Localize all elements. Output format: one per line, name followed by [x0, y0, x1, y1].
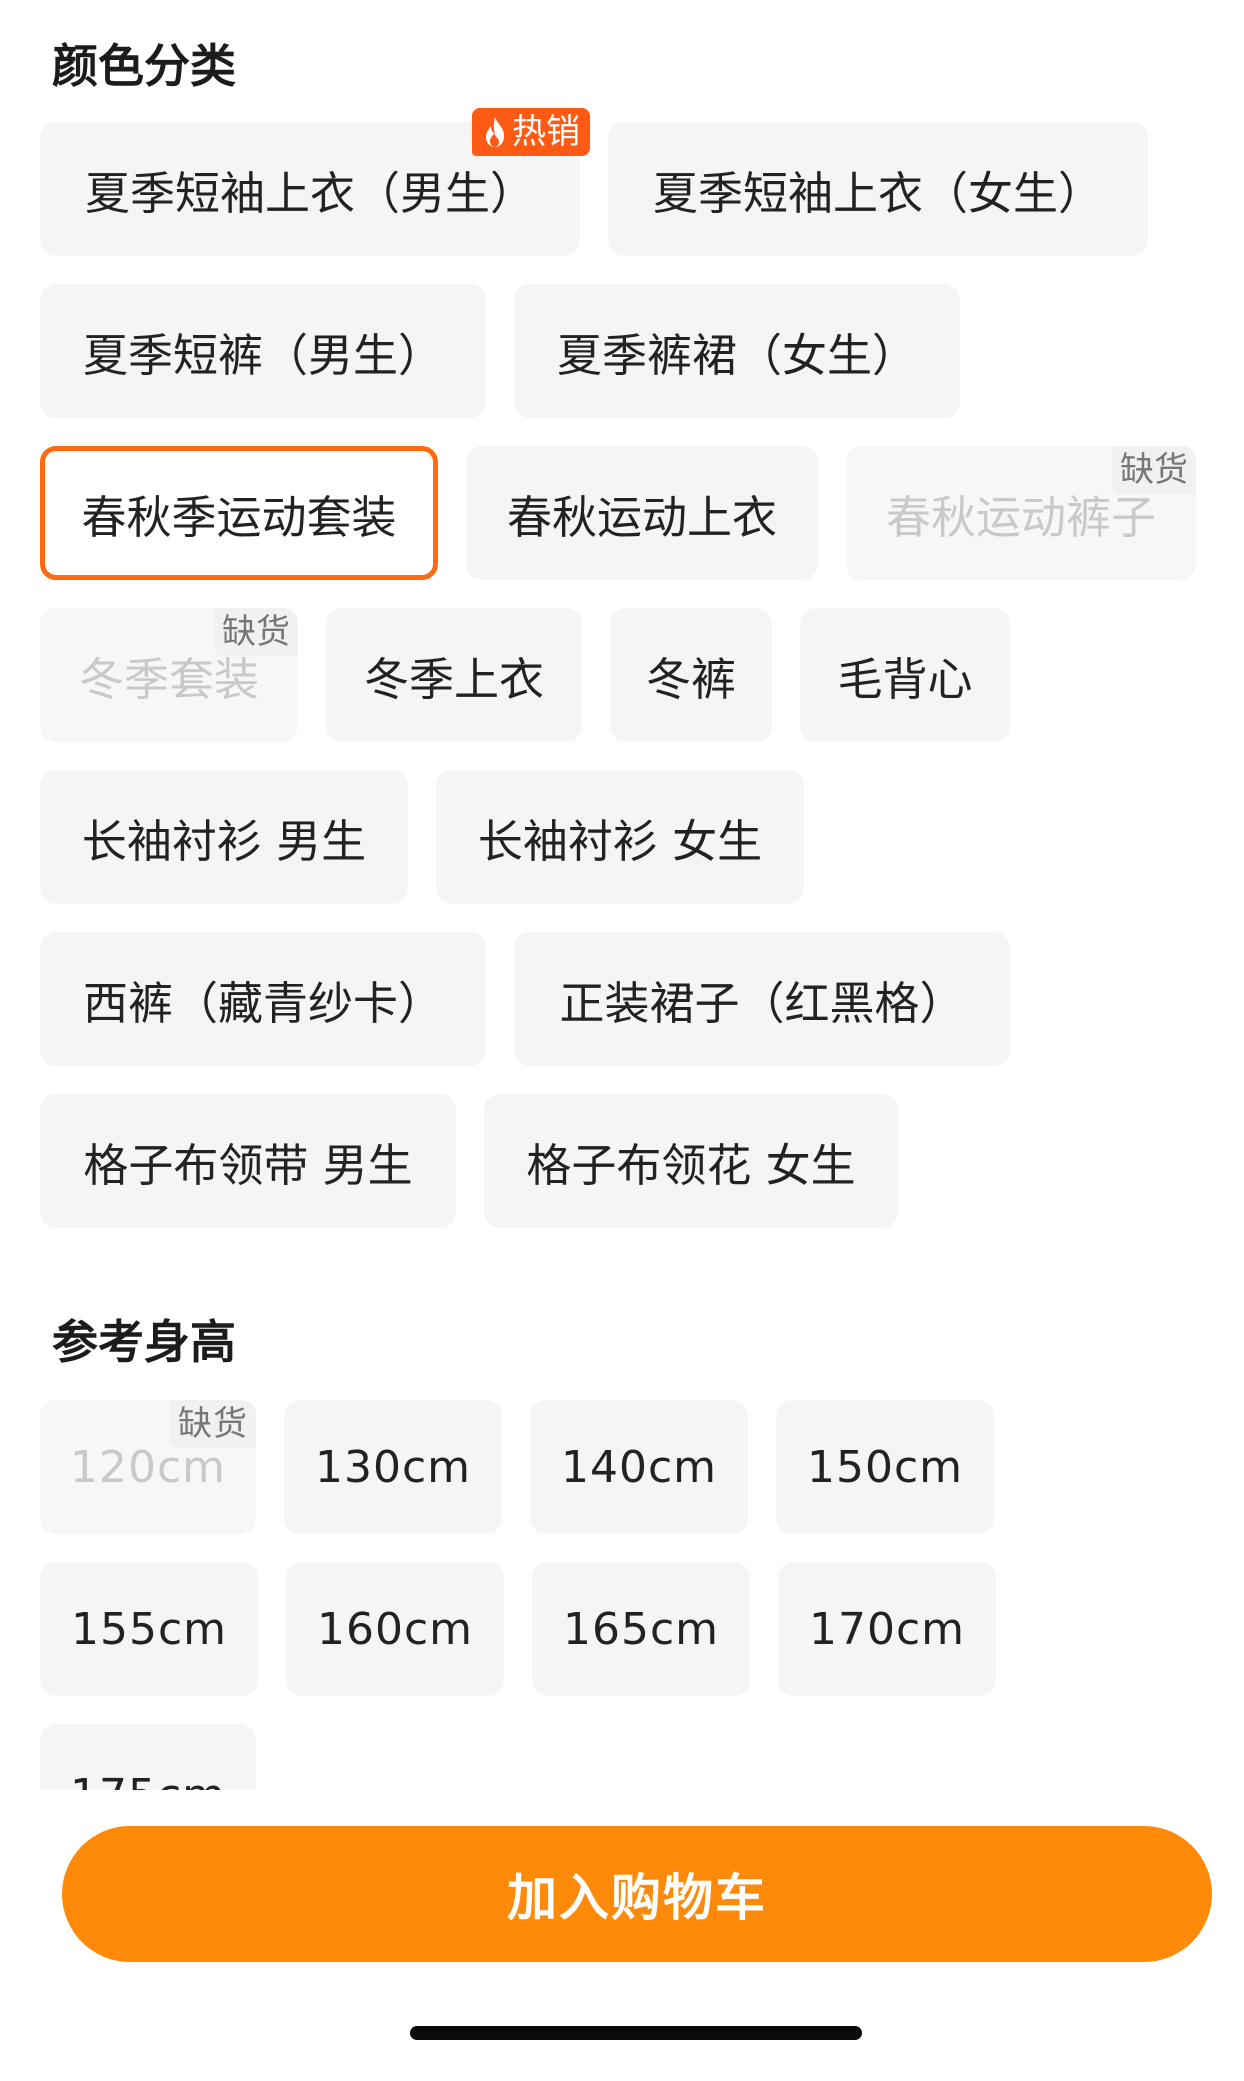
height-option-label: 120cm [69, 1441, 227, 1493]
color-option-plaid-bow-girls[interactable]: 格子布领花 女生 [484, 1094, 898, 1228]
color-option-winter-pants[interactable]: 冬裤 [610, 608, 772, 742]
color-option-long-sleeve-shirt-girls[interactable]: 长袖衬衫 女生 [436, 770, 804, 904]
height-option-label: 160cm [316, 1603, 474, 1655]
height-option-120[interactable]: 120cm 缺货 [40, 1400, 256, 1534]
color-option-label: 长袖衬衫 女生 [477, 814, 763, 868]
color-option-label: 冬裤 [645, 652, 736, 706]
color-option-label: 春秋运动上衣 [506, 490, 777, 544]
height-option-label: 140cm [560, 1441, 718, 1493]
sku-selector: 颜色分类 夏季短袖上衣（男生） 热销 夏季短袖上衣（女生） 夏季短裤（男生） 夏… [0, 0, 1244, 1790]
color-option-label: 春秋季运动套装 [81, 490, 397, 544]
height-option-label: 130cm [314, 1441, 472, 1493]
flame-icon [486, 117, 504, 147]
height-option-175[interactable]: 175cm [40, 1724, 256, 1790]
sold-out-badge: 缺货 [170, 1400, 256, 1448]
color-option-summer-skort-girls[interactable]: 夏季裤裙（女生） [514, 284, 960, 418]
color-option-label: 毛背心 [837, 652, 973, 706]
add-to-cart-button[interactable]: 加入购物车 [62, 1826, 1212, 1962]
hot-badge-label: 热销 [512, 112, 580, 152]
height-option-155[interactable]: 155cm [40, 1562, 258, 1696]
color-option-summer-top-girls[interactable]: 夏季短袖上衣（女生） [608, 122, 1148, 256]
color-option-label: 正装裙子（红黑格） [559, 976, 965, 1030]
height-option-160[interactable]: 160cm [286, 1562, 504, 1696]
height-option-150[interactable]: 150cm [776, 1400, 994, 1534]
height-option-140[interactable]: 140cm [530, 1400, 748, 1534]
color-option-label: 长袖衬衫 男生 [81, 814, 367, 868]
color-option-label: 夏季短裤（男生） [82, 328, 443, 382]
color-option-summer-shorts-boys[interactable]: 夏季短裤（男生） [40, 284, 486, 418]
color-option-spring-autumn-tracksuit[interactable]: 春秋季运动套装 [40, 446, 438, 580]
color-option-label: 西裤（藏青纱卡） [82, 976, 443, 1030]
color-option-label: 夏季裤裙（女生） [556, 328, 917, 382]
hot-badge: 热销 [472, 108, 590, 156]
color-option-sweater-vest[interactable]: 毛背心 [800, 608, 1010, 742]
color-option-label: 格子布领带 男生 [83, 1138, 413, 1192]
sold-out-badge: 缺货 [214, 608, 298, 656]
color-option-summer-top-boys[interactable]: 夏季短袖上衣（男生） 热销 [40, 108, 590, 256]
color-option-winter-top[interactable]: 冬季上衣 [326, 608, 582, 742]
height-option-label: 170cm [808, 1603, 966, 1655]
color-option-spring-autumn-track-pants[interactable]: 春秋运动裤子 缺货 [846, 446, 1196, 580]
color-option-label: 格子布领花 女生 [526, 1138, 856, 1192]
height-option-165[interactable]: 165cm [532, 1562, 750, 1696]
height-option-label: 165cm [562, 1603, 720, 1655]
height-option-label: 155cm [70, 1603, 228, 1655]
height-option-170[interactable]: 170cm [778, 1562, 996, 1696]
height-option-label: 150cm [806, 1441, 964, 1493]
color-option-spring-autumn-track-top[interactable]: 春秋运动上衣 [466, 446, 818, 580]
color-option-label: 夏季短袖上衣（男生） [84, 166, 535, 220]
sold-out-badge: 缺货 [1112, 446, 1196, 494]
color-option-plaid-tie-boys[interactable]: 格子布领带 男生 [40, 1094, 456, 1228]
color-option-label: 冬季上衣 [363, 652, 544, 706]
height-option-130[interactable]: 130cm [284, 1400, 502, 1534]
home-indicator [410, 2026, 862, 2040]
color-option-trousers-navy[interactable]: 西裤（藏青纱卡） [40, 932, 486, 1066]
color-option-long-sleeve-shirt-boys[interactable]: 长袖衬衫 男生 [40, 770, 408, 904]
color-option-winter-set[interactable]: 冬季套装 缺货 [40, 608, 298, 742]
color-section-title: 颜色分类 [52, 39, 236, 93]
color-option-formal-skirt-plaid[interactable]: 正装裙子（红黑格） [514, 932, 1010, 1066]
height-section-title: 参考身高 [52, 1315, 236, 1369]
height-option-label: 175cm [70, 1770, 226, 1790]
color-option-label: 夏季短袖上衣（女生） [652, 166, 1103, 220]
